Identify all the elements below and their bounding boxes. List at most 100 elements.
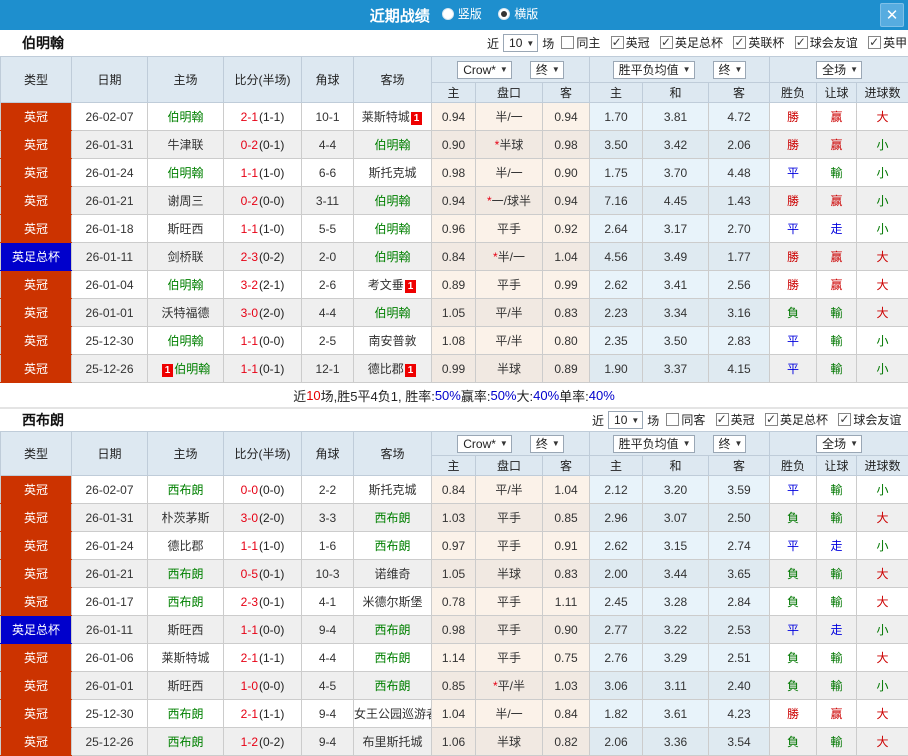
handicap-result: 輸 — [831, 483, 843, 497]
mean-home-cell: 3.50 — [590, 131, 643, 159]
halftime-score: (2-0) — [259, 306, 284, 320]
goals-result-cell: 大 — [857, 243, 908, 271]
chevron-down-icon: ▼ — [500, 65, 508, 74]
handicap-line-cell: 半球 — [476, 560, 543, 588]
filter-checkbox[interactable]: 同客 — [666, 411, 705, 428]
home-team-name: 伯明翰 — [167, 334, 203, 348]
goals-result-cell: 小 — [857, 131, 908, 159]
score-cell: 0-5(0-1) — [224, 560, 302, 588]
home-team-cell: 斯旺西 — [148, 616, 224, 644]
mean-away-cell: 3.59 — [709, 476, 770, 504]
radio-icon[interactable] — [442, 8, 454, 20]
fulltime-score: 1-2 — [241, 735, 258, 749]
close-button[interactable]: ✕ — [880, 3, 904, 27]
fulltime-score: 3-0 — [241, 306, 258, 320]
goals-result-cell: 大 — [857, 700, 908, 728]
final-odds-select[interactable]: 终▼ — [530, 435, 564, 453]
checkbox-icon[interactable] — [716, 413, 729, 426]
home-team-cell: 莱斯特城 — [148, 644, 224, 672]
col-away: 客场 — [354, 57, 432, 103]
match-count-select[interactable]: 10▼ — [608, 411, 643, 429]
fulltime-score: 2-1 — [241, 110, 258, 124]
scope-select-group: 全场▼ — [770, 432, 908, 456]
goals-result-cell: 小 — [857, 159, 908, 187]
home-team-name: 西布朗 — [167, 567, 203, 581]
checkbox-icon[interactable] — [765, 413, 778, 426]
mean-draw-cell: 3.42 — [643, 131, 709, 159]
match-row: 英冠 26-02-07 伯明翰 2-1(1-1) 10-1 莱斯特城1 0.94… — [1, 103, 908, 131]
view-mode-radio[interactable]: 横版 — [486, 5, 538, 22]
corner-cell: 12-1 — [302, 355, 354, 383]
handicap-result-cell: 走 — [817, 616, 857, 644]
filter-checkbox[interactable]: 球会友谊 — [795, 34, 858, 51]
home-odds-cell: 0.98 — [432, 159, 476, 187]
checkbox-icon[interactable] — [611, 36, 624, 49]
checkbox-icon[interactable] — [838, 413, 851, 426]
scope-select[interactable]: 全场▼ — [816, 61, 862, 79]
chevron-down-icon: ▼ — [850, 439, 858, 448]
goals-result-cell: 大 — [857, 504, 908, 532]
mean-away-cell: 2.56 — [709, 271, 770, 299]
date-cell: 26-01-01 — [72, 299, 148, 327]
chevron-down-icon: ▼ — [683, 439, 691, 448]
handicap-line-cell: 平手 — [476, 588, 543, 616]
filter-checkbox[interactable]: 英足总杯 — [765, 411, 828, 428]
score-cell: 1-1(0-1) — [224, 355, 302, 383]
home-team-cell: 斯旺西 — [148, 672, 224, 700]
halftime-score: (0-0) — [259, 679, 284, 693]
goals-result-cell: 小 — [857, 476, 908, 504]
mean-home-cell: 2.96 — [590, 504, 643, 532]
away-team-cell: 伯明翰 — [354, 215, 432, 243]
halftime-score: (2-0) — [259, 511, 284, 525]
filter-checkbox[interactable]: 英联杯 — [733, 34, 784, 51]
goals-result-cell: 小 — [857, 355, 908, 383]
filter-checkbox[interactable]: 英甲 — [868, 34, 907, 51]
checkbox-icon[interactable] — [795, 36, 808, 49]
filter-checkbox[interactable]: 同主 — [561, 34, 600, 51]
goals-result: 大 — [877, 595, 889, 609]
home-team-cell: 伯明翰 — [148, 103, 224, 131]
final-odds-select[interactable]: 终▼ — [530, 61, 564, 79]
view-mode-radio[interactable]: 竖版 — [430, 5, 482, 22]
radio-icon[interactable] — [498, 8, 510, 20]
wdl-result-cell: 平 — [770, 159, 817, 187]
match-count-select[interactable]: 10▼ — [503, 34, 538, 52]
checkbox-icon[interactable] — [660, 36, 673, 49]
mean-draw-cell: 3.44 — [643, 560, 709, 588]
final-mean-select[interactable]: 终▼ — [713, 61, 747, 79]
filter-checkbox[interactable]: 英足总杯 — [660, 34, 723, 51]
corner-cell: 2-6 — [302, 271, 354, 299]
home-odds-cell: 1.03 — [432, 504, 476, 532]
home-team-cell: 斯旺西 — [148, 215, 224, 243]
home-team-cell: 西布朗 — [148, 728, 224, 756]
scope-select[interactable]: 全场▼ — [816, 435, 862, 453]
score-cell: 2-3(0-2) — [224, 243, 302, 271]
checkbox-icon[interactable] — [733, 36, 746, 49]
mean-select[interactable]: 胜平负均值▼ — [613, 61, 695, 79]
bookmaker-select[interactable]: Crow*▼ — [457, 61, 512, 79]
away-team-name: 西布朗 — [374, 679, 410, 693]
checkbox-icon[interactable] — [666, 413, 679, 426]
filter-checkbox[interactable]: 球会友谊 — [838, 411, 901, 428]
home-team-name: 西布朗 — [167, 595, 203, 609]
bookmaker-select[interactable]: Crow*▼ — [457, 435, 512, 453]
away-team-cell: 考文垂1 — [354, 271, 432, 299]
final-mean-select[interactable]: 终▼ — [713, 435, 747, 453]
mean-select[interactable]: 胜平负均值▼ — [613, 435, 695, 453]
goals-result: 大 — [877, 511, 889, 525]
fulltime-score: 2-1 — [241, 651, 258, 665]
handicap-result: 赢 — [831, 138, 843, 152]
checkbox-icon[interactable] — [868, 36, 881, 49]
halftime-score: (0-0) — [259, 334, 284, 348]
col-odds-away: 客 — [543, 83, 590, 103]
col-away: 客场 — [354, 432, 432, 476]
match-row: 英冠 26-01-18 斯旺西 1-1(1-0) 5-5 伯明翰 0.96 平手… — [1, 215, 908, 243]
away-team-name: 米德尔斯堡 — [362, 595, 422, 609]
mean-away-cell: 2.40 — [709, 672, 770, 700]
filter-checkbox[interactable]: 英冠 — [716, 411, 755, 428]
wdl-result: 平 — [787, 539, 799, 553]
checkbox-icon[interactable] — [561, 36, 574, 49]
corner-cell: 5-5 — [302, 215, 354, 243]
mean-draw-cell: 3.34 — [643, 299, 709, 327]
filter-checkbox[interactable]: 英冠 — [611, 34, 650, 51]
